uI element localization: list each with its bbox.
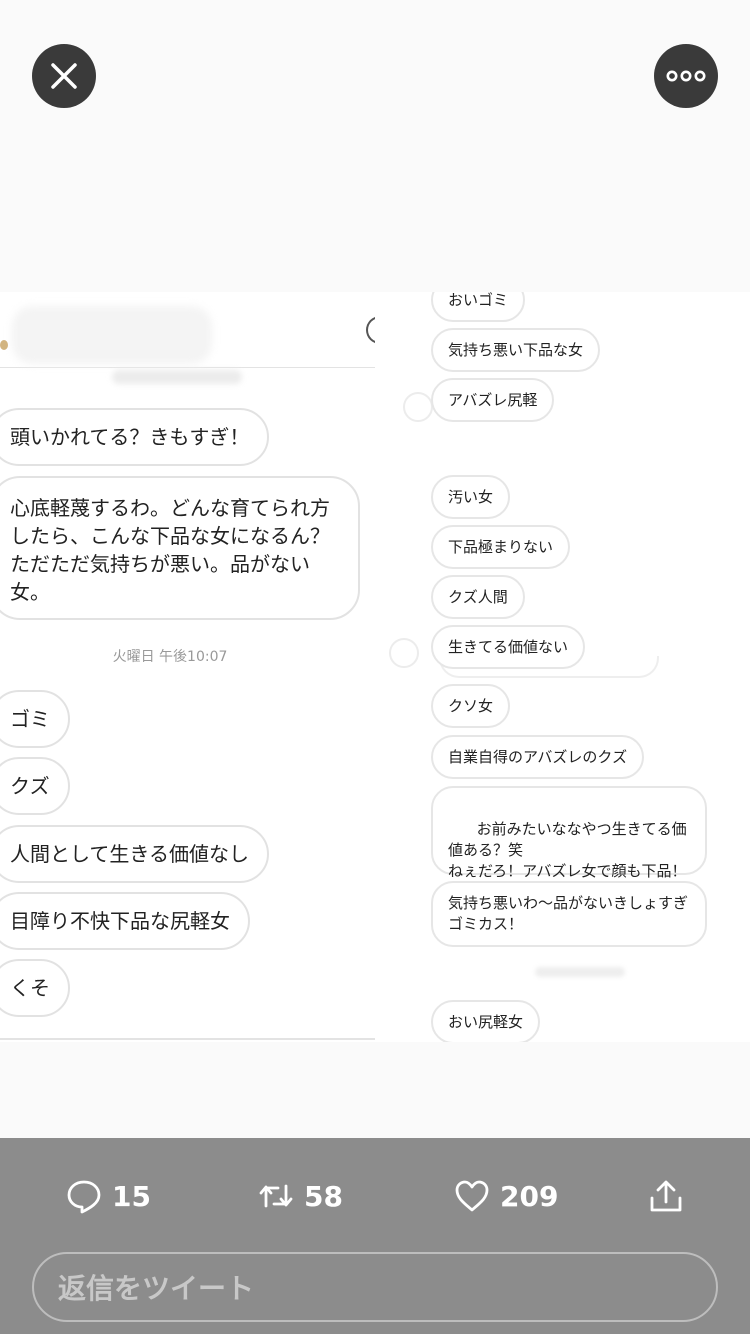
message-bubble: 生きてる価値ない (431, 625, 586, 669)
message-text: クズ (10, 774, 50, 798)
message-text: クズ人間 (448, 587, 508, 606)
message-bubble: お前みたいななやつ生きてる価値ある？笑 ねぇだろ！アバズレ女で顔も下品！ (431, 786, 707, 880)
message-bubble: おい尻軽女 (431, 1000, 541, 1042)
message-bubble: 自業自得のアバズレのクズ (431, 735, 645, 779)
message-text: くそ (10, 976, 50, 1000)
retweet-button[interactable]: 58 (258, 1176, 343, 1216)
message-bubble: クズ (0, 757, 70, 815)
reply-icon (67, 1180, 101, 1214)
close-button[interactable] (32, 44, 96, 108)
message-text: 気持ち悪い下品な女 (448, 340, 584, 359)
message-bubble: 心底軽蔑するわ。どんな育てられ方したら、こんな下品な女になるん？ただただ気持ちが… (0, 476, 360, 620)
message-bubble: くそ (0, 959, 70, 1017)
chat-timestamp: 火曜日 午後10:07 (112, 649, 228, 665)
avatar-fragment (403, 392, 433, 422)
message-bubble: クソ女 (431, 684, 511, 728)
message-text: 下品極まりない (448, 537, 554, 556)
like-count: 209 (500, 1179, 559, 1213)
left-chat-screenshot: 頭いかれてる？きもすぎ！ 心底軽蔑するわ。どんな育てられ方したら、こんな下品な女… (0, 292, 375, 1042)
message-text: おいゴミ (448, 292, 509, 309)
divider (0, 1038, 375, 1040)
tweet-media-image[interactable]: 頭いかれてる？きもすぎ！ 心底軽蔑するわ。どんな育てられ方したら、こんな下品な女… (0, 292, 750, 1042)
message-bubble: おいゴミ (431, 292, 526, 322)
message-bubble: クズ人間 (431, 575, 525, 619)
message-bubble: 目障り不快下品な尻軽女 (0, 892, 250, 950)
message-text: 目障り不快下品な尻軽女 (10, 909, 230, 933)
tweet-action-bar: 15 58 209 返信をツイート (0, 1138, 750, 1334)
message-bubble: 汚い女 (431, 475, 511, 519)
blurred-timestamp (112, 370, 242, 384)
more-options-button[interactable] (654, 44, 718, 108)
reply-input[interactable]: 返信をツイート (32, 1252, 718, 1322)
message-text: アバズレ尻軽 (448, 390, 538, 409)
message-bubble: 気持ち悪いわ〜品がないきしょすぎゴミカス！ (431, 881, 707, 947)
redaction-scribble (12, 306, 212, 364)
message-text: お前みたいななやつ生きてる価値ある？笑 ねぇだろ！アバズレ女で顔も下品！ (448, 820, 687, 880)
like-button[interactable]: 209 (454, 1176, 558, 1216)
avatar-fragment (0, 340, 8, 350)
message-text: 頭いかれてる？きもすぎ！ (10, 425, 250, 449)
share-button[interactable] (648, 1176, 694, 1216)
message-bubble: ゴミ (0, 690, 70, 748)
retweet-icon (259, 1184, 293, 1208)
blurred-timestamp (535, 967, 625, 977)
message-bubble: 人間として生きる価値なし (0, 825, 269, 883)
message-text: ゴミ (10, 707, 50, 731)
reply-button[interactable]: 15 (66, 1176, 151, 1216)
heart-icon (455, 1180, 489, 1212)
message-text: 汚い女 (448, 487, 494, 506)
close-icon (51, 63, 77, 89)
message-text: 気持ち悪いわ〜品がないきしょすぎゴミカス！ (448, 894, 689, 933)
reply-count: 15 (112, 1179, 151, 1213)
message-text: 心底軽蔑するわ。どんな育てられ方したら、こんな下品な女になるん？ただただ気持ちが… (10, 496, 330, 604)
header-icon-fragment (366, 316, 375, 344)
message-bubble: 下品極まりない (431, 525, 571, 569)
message-bubble: アバズレ尻軽 (431, 378, 555, 422)
message-bubble: 頭いかれてる？きもすぎ！ (0, 408, 270, 466)
message-text: おい尻軽女 (448, 1012, 524, 1031)
message-text: 人間として生きる価値なし (10, 842, 249, 866)
chat-header (0, 292, 375, 368)
message-bubble: 気持ち悪い下品な女 (431, 328, 601, 372)
avatar-fragment (389, 638, 419, 668)
right-chat-screenshot: おいゴミ 気持ち悪い下品な女 アバズレ尻軽 汚い女 下品極まりない クズ人間 生… (375, 292, 750, 1042)
message-text: 生きてる価値ない (448, 637, 569, 656)
message-text: 自業自得のアバズレのクズ (448, 747, 628, 766)
message-text: クソ女 (448, 696, 494, 715)
more-horizontal-icon (666, 70, 706, 82)
retweet-count: 58 (304, 1179, 343, 1213)
reply-placeholder: 返信をツイート (58, 1272, 255, 1305)
share-icon (650, 1180, 682, 1212)
